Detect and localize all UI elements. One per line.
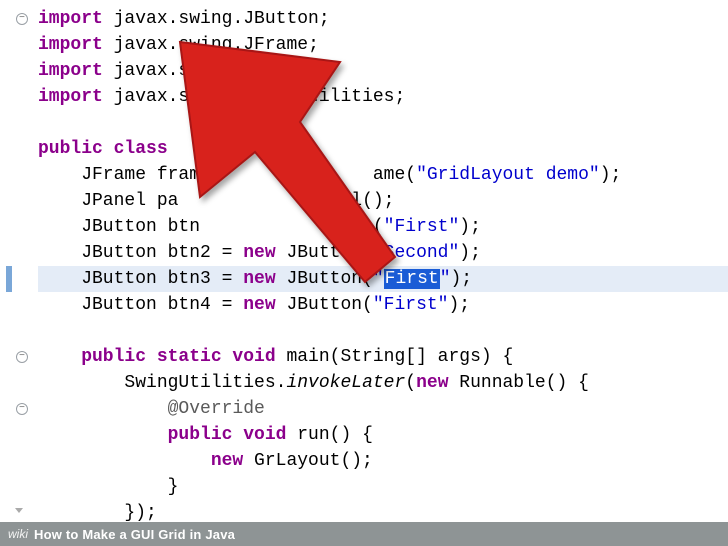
blank-line	[38, 318, 728, 344]
code-line: @Override	[38, 396, 728, 422]
code-line: public void run() {	[38, 422, 728, 448]
code-line: SwingUtilities.invokeLater(new Runnable(…	[38, 370, 728, 396]
code-line: new GrLayout();	[38, 448, 728, 474]
red-arrow-annotation	[140, 32, 420, 292]
code-line: }	[38, 474, 728, 500]
code-line: public static void main(String[] args) {	[38, 344, 728, 370]
footer-bar: wiki How to Make a GUI Grid in Java	[0, 522, 728, 546]
code-line: JButton btn4 = new JButton("First");	[38, 292, 728, 318]
code-line: import javax.swing.JButton;	[38, 6, 728, 32]
footer-title: How to Make a GUI Grid in Java	[34, 527, 235, 542]
footer-brand: wiki	[8, 527, 28, 541]
